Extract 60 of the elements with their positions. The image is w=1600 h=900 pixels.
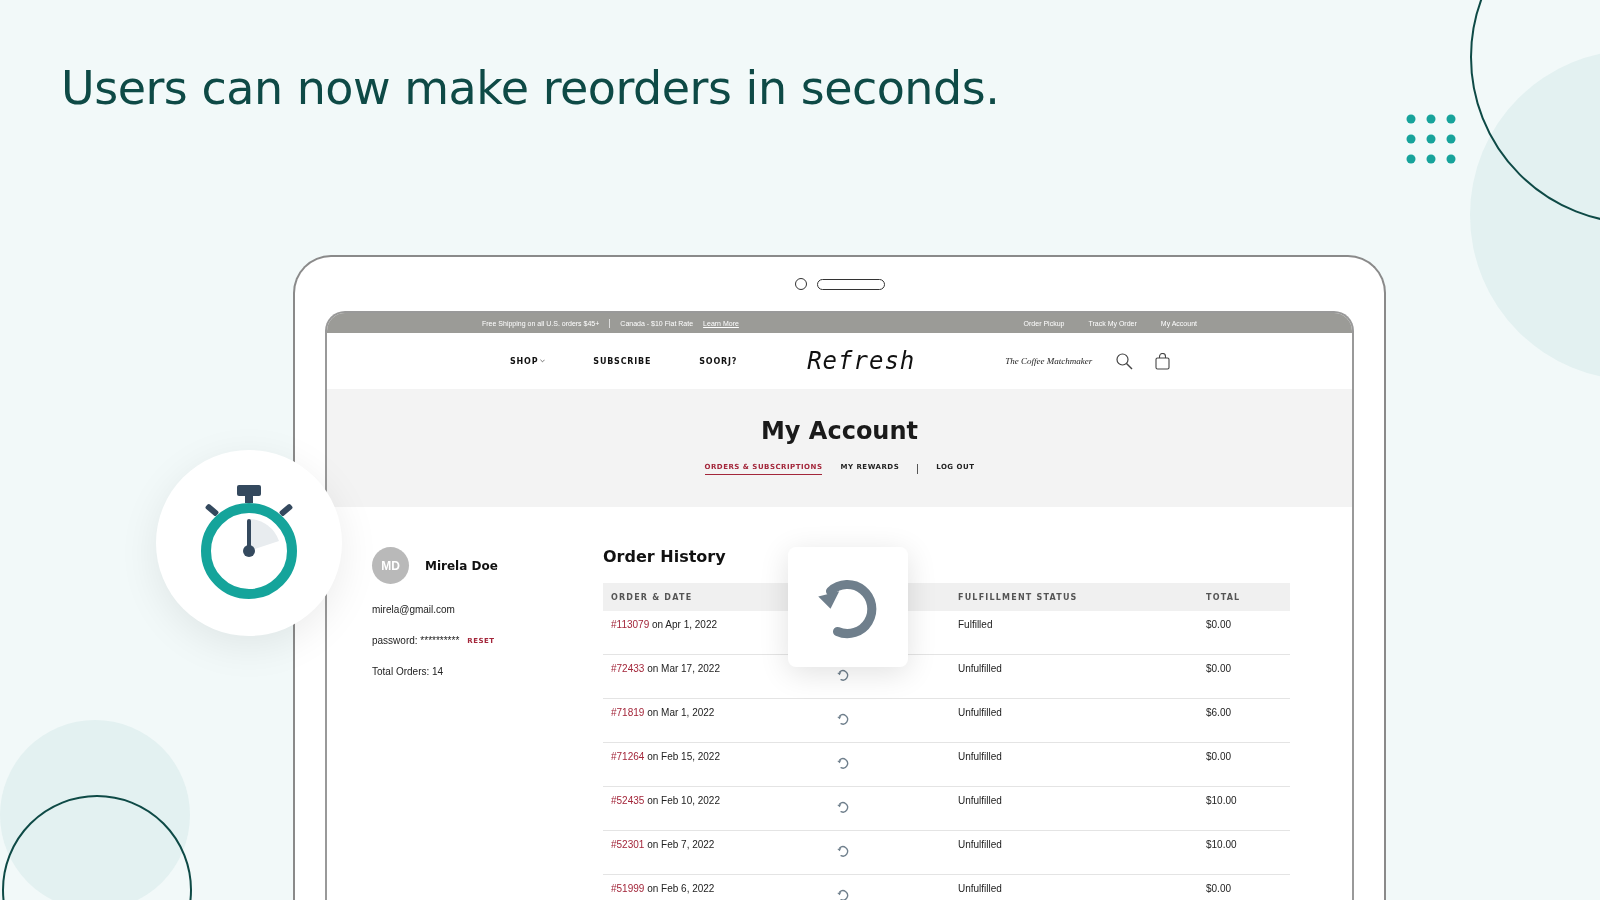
headline: Users can now make reorders in seconds.	[61, 60, 1000, 117]
reorder-icon	[835, 755, 851, 771]
reorder-button[interactable]	[835, 843, 851, 859]
email-text: mirela@gmail.com	[372, 604, 456, 615]
shopping-bag-button[interactable]	[1155, 352, 1171, 370]
status-cell-text: Unfulfilled	[957, 707, 1003, 718]
total-cell-text: $10.00	[1205, 795, 1238, 806]
reorder-button[interactable]	[835, 711, 851, 727]
reorder-icon	[835, 799, 851, 815]
reorder-icon	[835, 843, 851, 859]
status-cell-text: Unfulfilled	[957, 839, 1003, 850]
total-cell-text: $0.00	[1205, 883, 1233, 894]
section-title: Order History	[603, 547, 727, 568]
order-cell-text: #52301 on Feb 7, 2022	[610, 839, 716, 850]
order-cell-text: #71819 on Mar 1, 2022	[610, 707, 716, 718]
reorder-icon	[835, 887, 851, 900]
status-cell-text: Unfulfilled	[957, 663, 1003, 674]
total-orders-text: Total Orders: 14	[372, 666, 445, 677]
nav-link[interactable]: SOORJ?	[699, 356, 738, 366]
reorder-button[interactable]	[835, 799, 851, 815]
total-cell-text: $0.00	[1205, 751, 1233, 762]
nav-link[interactable]: SUBSCRIBE	[593, 356, 652, 366]
reorder-icon	[835, 667, 851, 683]
status-cell-text: Fulfilled	[957, 619, 994, 630]
order-number-link[interactable]: #51999	[611, 883, 645, 894]
status-cell-text: Unfulfilled	[957, 883, 1003, 894]
status-cell-text: Unfulfilled	[957, 795, 1003, 806]
order-number-link[interactable]: #113079	[611, 619, 650, 630]
order-number-link[interactable]: #71264	[611, 751, 645, 762]
search-button[interactable]	[1116, 352, 1134, 370]
order-cell-text: #51999 on Feb 6, 2022	[610, 883, 716, 894]
total-cell-text: $0.00	[1205, 619, 1233, 630]
column-header: ORDER & DATE	[610, 592, 694, 602]
order-number-link[interactable]: #52435	[611, 795, 645, 806]
total-cell-text: $0.00	[1205, 663, 1233, 674]
reorder-icon	[835, 711, 851, 727]
dot-grid-icon	[1405, 113, 1457, 165]
reorder-button[interactable]	[835, 755, 851, 771]
reorder-button[interactable]	[835, 667, 851, 683]
column-header: TOTAL	[1205, 592, 1242, 602]
order-cell-text: #72433 on Mar 17, 2022	[610, 663, 721, 674]
customer-name: Mirela Doe	[425, 558, 498, 573]
caret-icon	[540, 359, 546, 363]
reorder-button[interactable]	[835, 887, 851, 900]
status-cell-text: Unfulfilled	[957, 751, 1003, 762]
stopwatch-icon	[199, 485, 299, 601]
avatar: MD	[372, 547, 409, 584]
tagline: The Coffee Matchmaker	[1005, 356, 1093, 366]
logo[interactable]: Refresh	[807, 347, 916, 375]
column-header: FULFILLMENT STATUS	[957, 592, 1079, 602]
order-number-link[interactable]: #52301	[611, 839, 645, 850]
order-number-link[interactable]: #72433	[611, 663, 645, 674]
order-number-link[interactable]: #71819	[611, 707, 645, 718]
password-text: password: **********	[372, 635, 460, 646]
total-cell-text: $10.00	[1205, 839, 1238, 850]
order-cell-text: #71264 on Feb 15, 2022	[610, 751, 721, 762]
page-title: My Account	[760, 417, 918, 445]
order-cell-text: #52435 on Feb 10, 2022	[610, 795, 721, 806]
nav-link[interactable]: SHOP	[510, 356, 546, 366]
total-cell-text: $6.00	[1205, 707, 1233, 718]
